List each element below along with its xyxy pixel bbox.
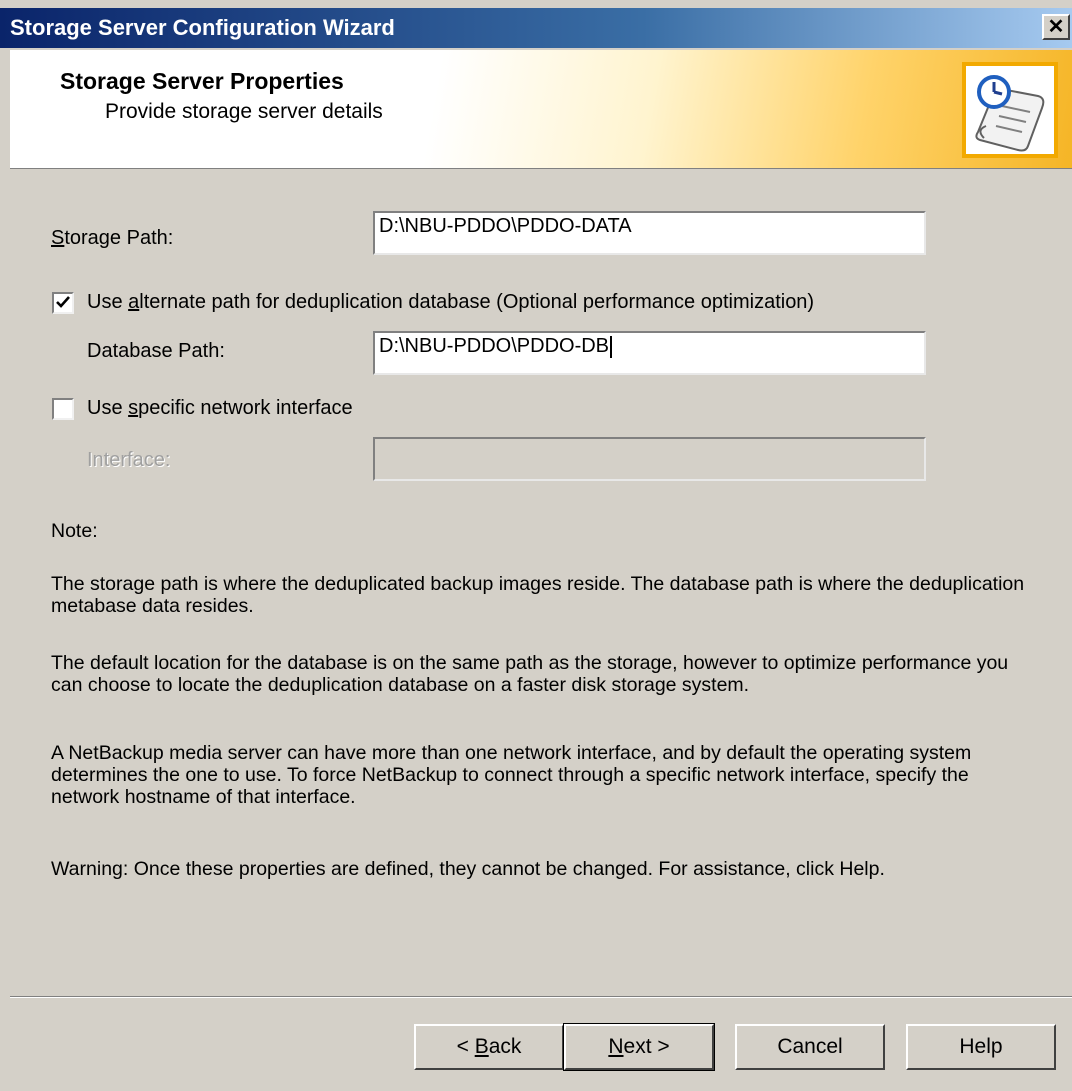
page-title: Storage Server Properties: [60, 68, 344, 94]
next-button-rest: ext >: [623, 1035, 670, 1058]
cancel-button-label: Cancel: [777, 1035, 843, 1058]
close-button[interactable]: ✕: [1042, 14, 1070, 40]
note-paragraph: A NetBackup media server can have more t…: [51, 742, 972, 808]
next-button[interactable]: Next >: [563, 1023, 715, 1071]
wizard-header: Storage Server Properties Provide storag…: [10, 50, 1072, 169]
note-heading: Note:: [51, 520, 98, 542]
window-title: Storage Server Configuration Wizard: [10, 15, 395, 40]
warning-text: Warning: Once these properties are defin…: [51, 858, 885, 880]
back-button-prefix: <: [456, 1035, 475, 1058]
page-subtitle: Provide storage server details: [105, 100, 383, 123]
interface-label: Interface:: [87, 449, 171, 471]
help-button[interactable]: Help: [906, 1024, 1056, 1070]
note-paragraph: The storage path is where the deduplicat…: [51, 573, 1025, 617]
wizard-scroll-clock-icon: [962, 62, 1058, 158]
checkmark-icon: [56, 296, 70, 308]
back-button-mnemonic: B: [474, 1035, 489, 1058]
database-path-value: D:\NBU-PDDO\PDDO-DB: [379, 335, 610, 357]
back-button[interactable]: < Back: [414, 1024, 564, 1070]
storage-path-input[interactable]: D:\NBU-PDDO\PDDO-DATA: [373, 211, 926, 255]
help-button-label: Help: [959, 1035, 1003, 1058]
next-button-mnemonic: N: [608, 1035, 624, 1058]
network-interface-label[interactable]: Use specific network interface: [87, 397, 353, 420]
back-button-rest: ack: [488, 1035, 522, 1058]
cancel-button[interactable]: Cancel: [735, 1024, 885, 1070]
note-paragraph: The default location for the database is…: [51, 652, 1009, 696]
alternate-path-checkbox[interactable]: [52, 292, 74, 314]
alternate-path-label[interactable]: Use alternate path for deduplication dat…: [87, 291, 814, 314]
network-interface-checkbox[interactable]: [52, 398, 74, 420]
storage-path-label: Storage Path:: [51, 227, 174, 249]
database-path-input[interactable]: D:\NBU-PDDO\PDDO-DB: [373, 331, 926, 375]
title-bar: Storage Server Configuration Wizard ✕: [0, 8, 1072, 48]
close-icon: ✕: [1047, 16, 1065, 38]
interface-input: [373, 437, 926, 481]
storage-path-value: D:\NBU-PDDO\PDDO-DATA: [379, 215, 632, 237]
database-path-label: Database Path:: [87, 340, 225, 362]
text-caret: [610, 335, 613, 358]
button-separator: [10, 996, 1072, 998]
